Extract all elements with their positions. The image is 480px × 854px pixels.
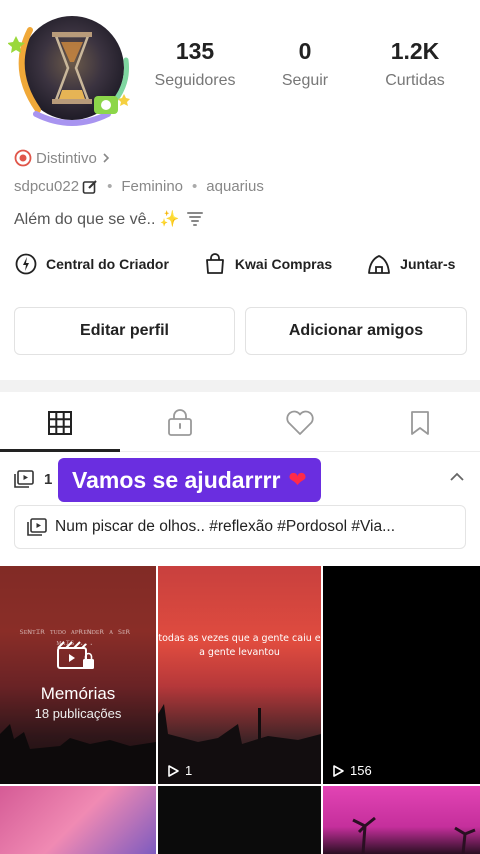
play-count-value: 1 <box>185 763 193 778</box>
quick-links: Central do Criador Kwai Compras Juntar-s <box>14 252 480 276</box>
tornado-icon <box>186 212 203 226</box>
lock-icon <box>168 408 192 436</box>
profile-stats: 135 Seguidores 0 Seguir 1.2K Curtidas <box>140 36 470 90</box>
tent-icon <box>368 255 391 274</box>
shopping-bag-icon <box>206 253 224 274</box>
playlist-item[interactable]: Num piscar de olhos.. #reflexão #Pordoso… <box>14 505 466 549</box>
link-join-label: Juntar-s <box>400 256 456 272</box>
play-icon <box>333 764 344 777</box>
badge-icon <box>14 149 32 167</box>
link-creator-center-label: Central do Criador <box>46 256 169 272</box>
badge-label: Distintivo <box>36 149 97 167</box>
link-kwai-shop[interactable]: Kwai Compras <box>203 252 332 276</box>
video-overlay-text: todas as vezes que a gente caiu e a gent… <box>158 633 321 658</box>
tab-saved[interactable] <box>360 394 480 451</box>
collection-subtitle: 18 publicações <box>34 706 122 721</box>
video-tile[interactable] <box>0 786 156 854</box>
palm-tree-silhouette <box>352 816 476 854</box>
link-kwai-shop-label: Kwai Compras <box>234 256 333 272</box>
edit-profile-button[interactable]: Editar perfil <box>14 307 235 355</box>
username: sdpcu022 <box>14 178 80 195</box>
tab-grid[interactable] <box>0 394 120 452</box>
badge-link[interactable]: Distintivo <box>14 149 116 167</box>
playlist-item-title: Num piscar de olhos.. #reflexão #Pordoso… <box>55 518 396 535</box>
likes-count: 1.2K <box>390 38 440 64</box>
video-grid: ꜱᴇɴᴛɪʀ ᴛᴜᴅᴏ ᴀᴘʀᴇɴᴅᴇʀ ᴀ ꜱᴇʀ ᴍᴀɪꜱ ... Memó… <box>0 566 480 854</box>
followers-count: 135 <box>175 38 215 64</box>
avatar-frame-decoration <box>8 27 130 126</box>
lightbulb-icon <box>15 253 37 275</box>
bio-text: Além do que se vê.. ✨ <box>14 211 180 228</box>
tile-overlay <box>0 566 156 784</box>
following-count: 0 <box>298 38 312 64</box>
heart-emoji: ❤ <box>288 467 307 492</box>
play-count-value: 156 <box>350 763 372 778</box>
separator-dot: • <box>107 178 113 195</box>
chevron-up-icon[interactable] <box>448 470 466 484</box>
tab-private[interactable] <box>120 394 240 451</box>
profile-avatar[interactable] <box>8 10 136 128</box>
chevron-right-icon <box>103 153 109 163</box>
following-label: Seguir <box>281 72 329 89</box>
profile-meta: sdpcu022 • Feminino • aquarius <box>14 178 264 195</box>
caption-text: Vamos se ajudarrrr <box>72 466 281 493</box>
playlist-icon <box>14 470 34 488</box>
link-creator-center[interactable]: Central do Criador <box>14 252 169 276</box>
collection-title: Memórias <box>40 684 116 703</box>
profile-bio: Além do que se vê.. ✨ <box>14 209 204 229</box>
video-tile[interactable] <box>158 786 321 854</box>
gender-label: Feminino <box>121 178 184 195</box>
following-stat[interactable]: 0 Seguir <box>250 36 360 90</box>
followers-stat[interactable]: 135 Seguidores <box>140 36 250 90</box>
likes-stat[interactable]: 1.2K Curtidas <box>360 36 470 90</box>
video-tile[interactable]: todas as vezes que a gente caiu e a gent… <box>158 566 321 784</box>
video-tile[interactable]: 156 <box>323 566 480 784</box>
content-tabs <box>0 394 480 452</box>
play-count: 156 <box>331 763 372 778</box>
caption-banner: Vamos se ajudarrrr ❤ <box>58 458 321 502</box>
add-friends-button[interactable]: Adicionar amigos <box>245 307 467 355</box>
edit-icon[interactable] <box>82 179 98 195</box>
followers-label: Seguidores <box>154 72 236 89</box>
playlist-count: 1 <box>44 470 53 488</box>
play-count: 1 <box>166 763 192 778</box>
video-tile[interactable] <box>323 786 480 854</box>
likes-label: Curtidas <box>385 72 445 89</box>
link-join[interactable]: Juntar-s <box>366 252 455 276</box>
bookmark-icon <box>411 410 429 435</box>
grid-icon <box>48 410 72 435</box>
section-divider <box>0 380 480 392</box>
play-icon <box>168 764 179 777</box>
tab-likes[interactable] <box>240 394 360 451</box>
clapperboard-lock-icon <box>57 641 94 669</box>
playlist-icon <box>27 518 47 536</box>
separator-dot: • <box>192 178 198 195</box>
collection-tile[interactable]: ꜱᴇɴᴛɪʀ ᴛᴜᴅᴏ ᴀᴘʀᴇɴᴅᴇʀ ᴀ ꜱᴇʀ ᴍᴀɪꜱ ... Memó… <box>0 566 156 784</box>
heart-icon <box>286 410 314 435</box>
sign-label: aquarius <box>206 178 264 195</box>
